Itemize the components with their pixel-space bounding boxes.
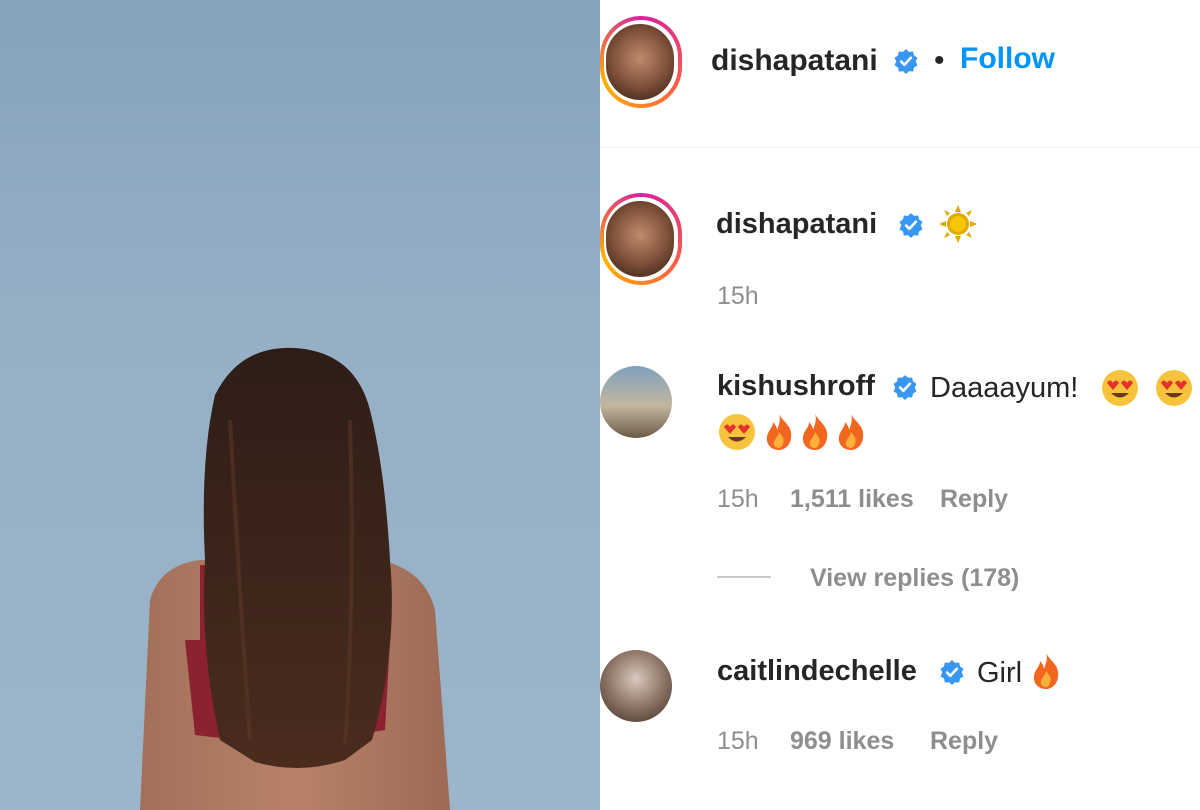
fire-icon [766,414,792,450]
sun-icon [939,205,977,243]
header-divider [600,147,1200,148]
caption-avatar[interactable] [606,201,674,277]
comment-text: Girl [977,657,1023,689]
follow-button[interactable]: Follow [960,42,1055,76]
verified-badge-icon [899,213,923,238]
comment-likes[interactable]: 1,511 likes [790,485,914,514]
comment-username[interactable]: kishushroff [717,370,875,403]
fire-icon [802,414,828,450]
comment-time: 15h [717,485,759,513]
heart-eyes-icon [719,414,755,450]
verified-badge-icon [894,49,918,74]
fire-icon [838,414,864,450]
owner-username[interactable]: dishapatani [711,44,878,78]
heart-eyes-icon [1102,370,1138,406]
separator-dot: • [934,44,945,77]
comment-emoji-line-1 [1100,368,1196,410]
owner-avatar[interactable] [606,24,674,100]
comment-username[interactable]: caitlindechelle [717,655,917,688]
caption-username[interactable]: dishapatani [716,208,877,241]
comment-text: Daaaayum! [930,372,1079,404]
view-replies-button[interactable]: View replies (178) [810,564,1019,593]
comment-likes[interactable]: 969 likes [790,727,894,756]
view-replies-line [717,576,771,578]
verified-badge-icon [940,660,964,685]
commenter-avatar[interactable] [600,366,672,438]
commenter-avatar[interactable] [600,650,672,722]
post-photo [0,0,600,810]
caption-time: 15h [717,282,759,310]
verified-badge-icon [893,375,917,400]
reply-button[interactable]: Reply [930,727,998,756]
comment-time: 15h [717,727,759,755]
heart-eyes-icon [1156,370,1192,406]
comment-emoji-line-2 [717,412,877,454]
woman-photo-illustration [140,347,450,810]
comments-panel: dishapatani • Follow dishapatani 15h kis… [600,0,1200,810]
reply-button[interactable]: Reply [940,485,1008,514]
fire-icon [1033,653,1059,689]
